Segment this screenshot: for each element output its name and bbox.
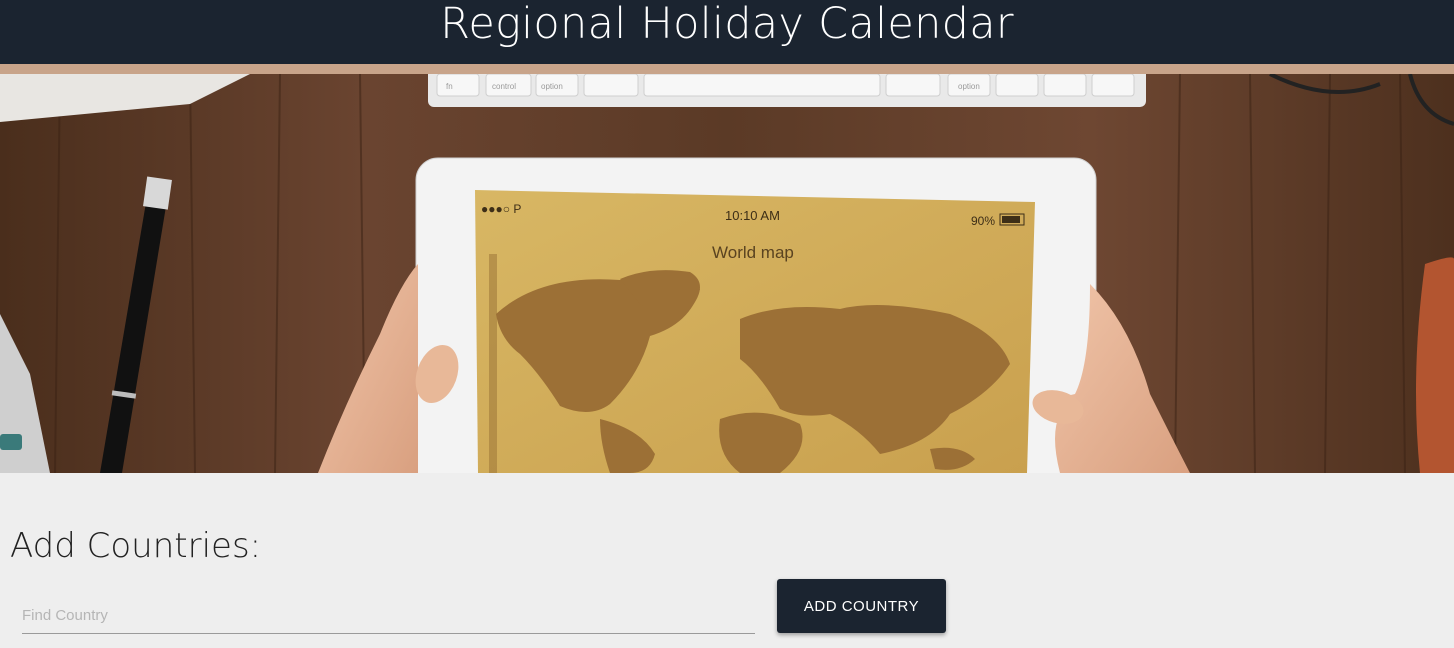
tablet-battery: 90% [971,214,995,228]
find-country-input[interactable] [22,598,755,634]
find-country-field[interactable] [22,598,755,638]
page-title: Regional Holiday Calendar [440,0,1014,49]
add-countries-heading: Add Countries: [10,526,262,566]
accent-divider [0,64,1454,74]
tablet-carrier: ●●●○ P [481,202,521,216]
key-label: option [958,82,980,91]
keyboard-shape: fn control option option [428,74,1146,107]
key-label: fn [446,82,453,91]
hero-banner-image: fn control option option ●●●○ P 10:10 AM… [0,74,1454,473]
tablet-shape: ●●●○ P 10:10 AM 90% World map [415,157,1097,473]
key-label: option [541,82,563,91]
add-country-button[interactable]: ADD COUNTRY [777,579,946,633]
tablet-app-title: World map [712,243,794,262]
key-label: control [492,82,516,91]
app-header: Regional Holiday Calendar [0,0,1454,64]
tablet-time: 10:10 AM [725,208,780,223]
